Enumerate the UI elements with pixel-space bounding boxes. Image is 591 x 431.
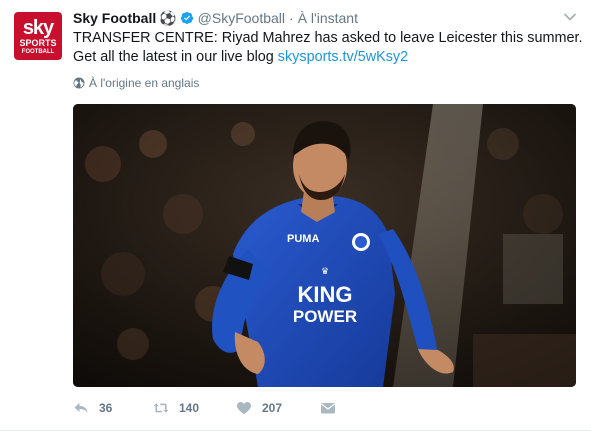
avatar-logo-sky: sky bbox=[22, 17, 54, 39]
reply-button[interactable]: 36 bbox=[73, 400, 153, 416]
like-count: 207 bbox=[262, 401, 283, 415]
tweet[interactable]: sky SPORTS FOOTBALL Sky Football ⚽ @SkyF… bbox=[0, 0, 591, 431]
tweet-link[interactable]: skysports.tv/5wKsy2 bbox=[278, 49, 408, 65]
reply-icon bbox=[74, 403, 88, 413]
direct-message-button[interactable] bbox=[320, 400, 336, 416]
photo-mahrez-leicester: PUMA ♛ KING POWER bbox=[73, 104, 576, 387]
like-button[interactable]: 207 bbox=[236, 400, 320, 416]
header-separator: · bbox=[289, 10, 294, 26]
tweet-timestamp[interactable]: À l'instant bbox=[298, 10, 358, 26]
shirt-sponsor-line1: KING bbox=[298, 282, 353, 307]
tweet-actions: 36 140 207 bbox=[73, 398, 336, 418]
verified-badge-icon bbox=[180, 11, 193, 25]
account-fullname[interactable]: Sky Football bbox=[73, 10, 156, 26]
translate-note[interactable]: À l'origine en anglais bbox=[73, 76, 199, 90]
avatar[interactable]: sky SPORTS FOOTBALL bbox=[14, 12, 62, 60]
tweet-header: Sky Football ⚽ @SkyFootball · À l'instan… bbox=[73, 9, 358, 27]
tweet-photo[interactable]: PUMA ♛ KING POWER bbox=[73, 104, 576, 387]
retweet-icon bbox=[153, 403, 169, 413]
reply-count: 36 bbox=[99, 401, 113, 415]
avatar-logo-football: FOOTBALL bbox=[21, 49, 55, 55]
retweet-button[interactable]: 140 bbox=[153, 400, 236, 416]
globe-icon bbox=[73, 77, 85, 89]
svg-text:♛: ♛ bbox=[321, 266, 329, 276]
tweet-text: TRANSFER CENTRE: Riyad Mahrez has asked … bbox=[73, 29, 583, 67]
account-handle[interactable]: @SkyFootball bbox=[198, 10, 285, 26]
retweet-count: 140 bbox=[179, 401, 200, 415]
shirt-sponsor-line2: POWER bbox=[293, 307, 357, 326]
chevron-down-icon[interactable] bbox=[563, 10, 577, 24]
avatar-logo-sports: SPORTS bbox=[19, 38, 57, 48]
soccer-ball-icon: ⚽ bbox=[159, 9, 177, 26]
svg-text:PUMA: PUMA bbox=[287, 233, 319, 245]
heart-icon bbox=[237, 402, 251, 415]
translate-label: À l'origine en anglais bbox=[89, 76, 200, 90]
envelope-icon bbox=[321, 403, 335, 414]
